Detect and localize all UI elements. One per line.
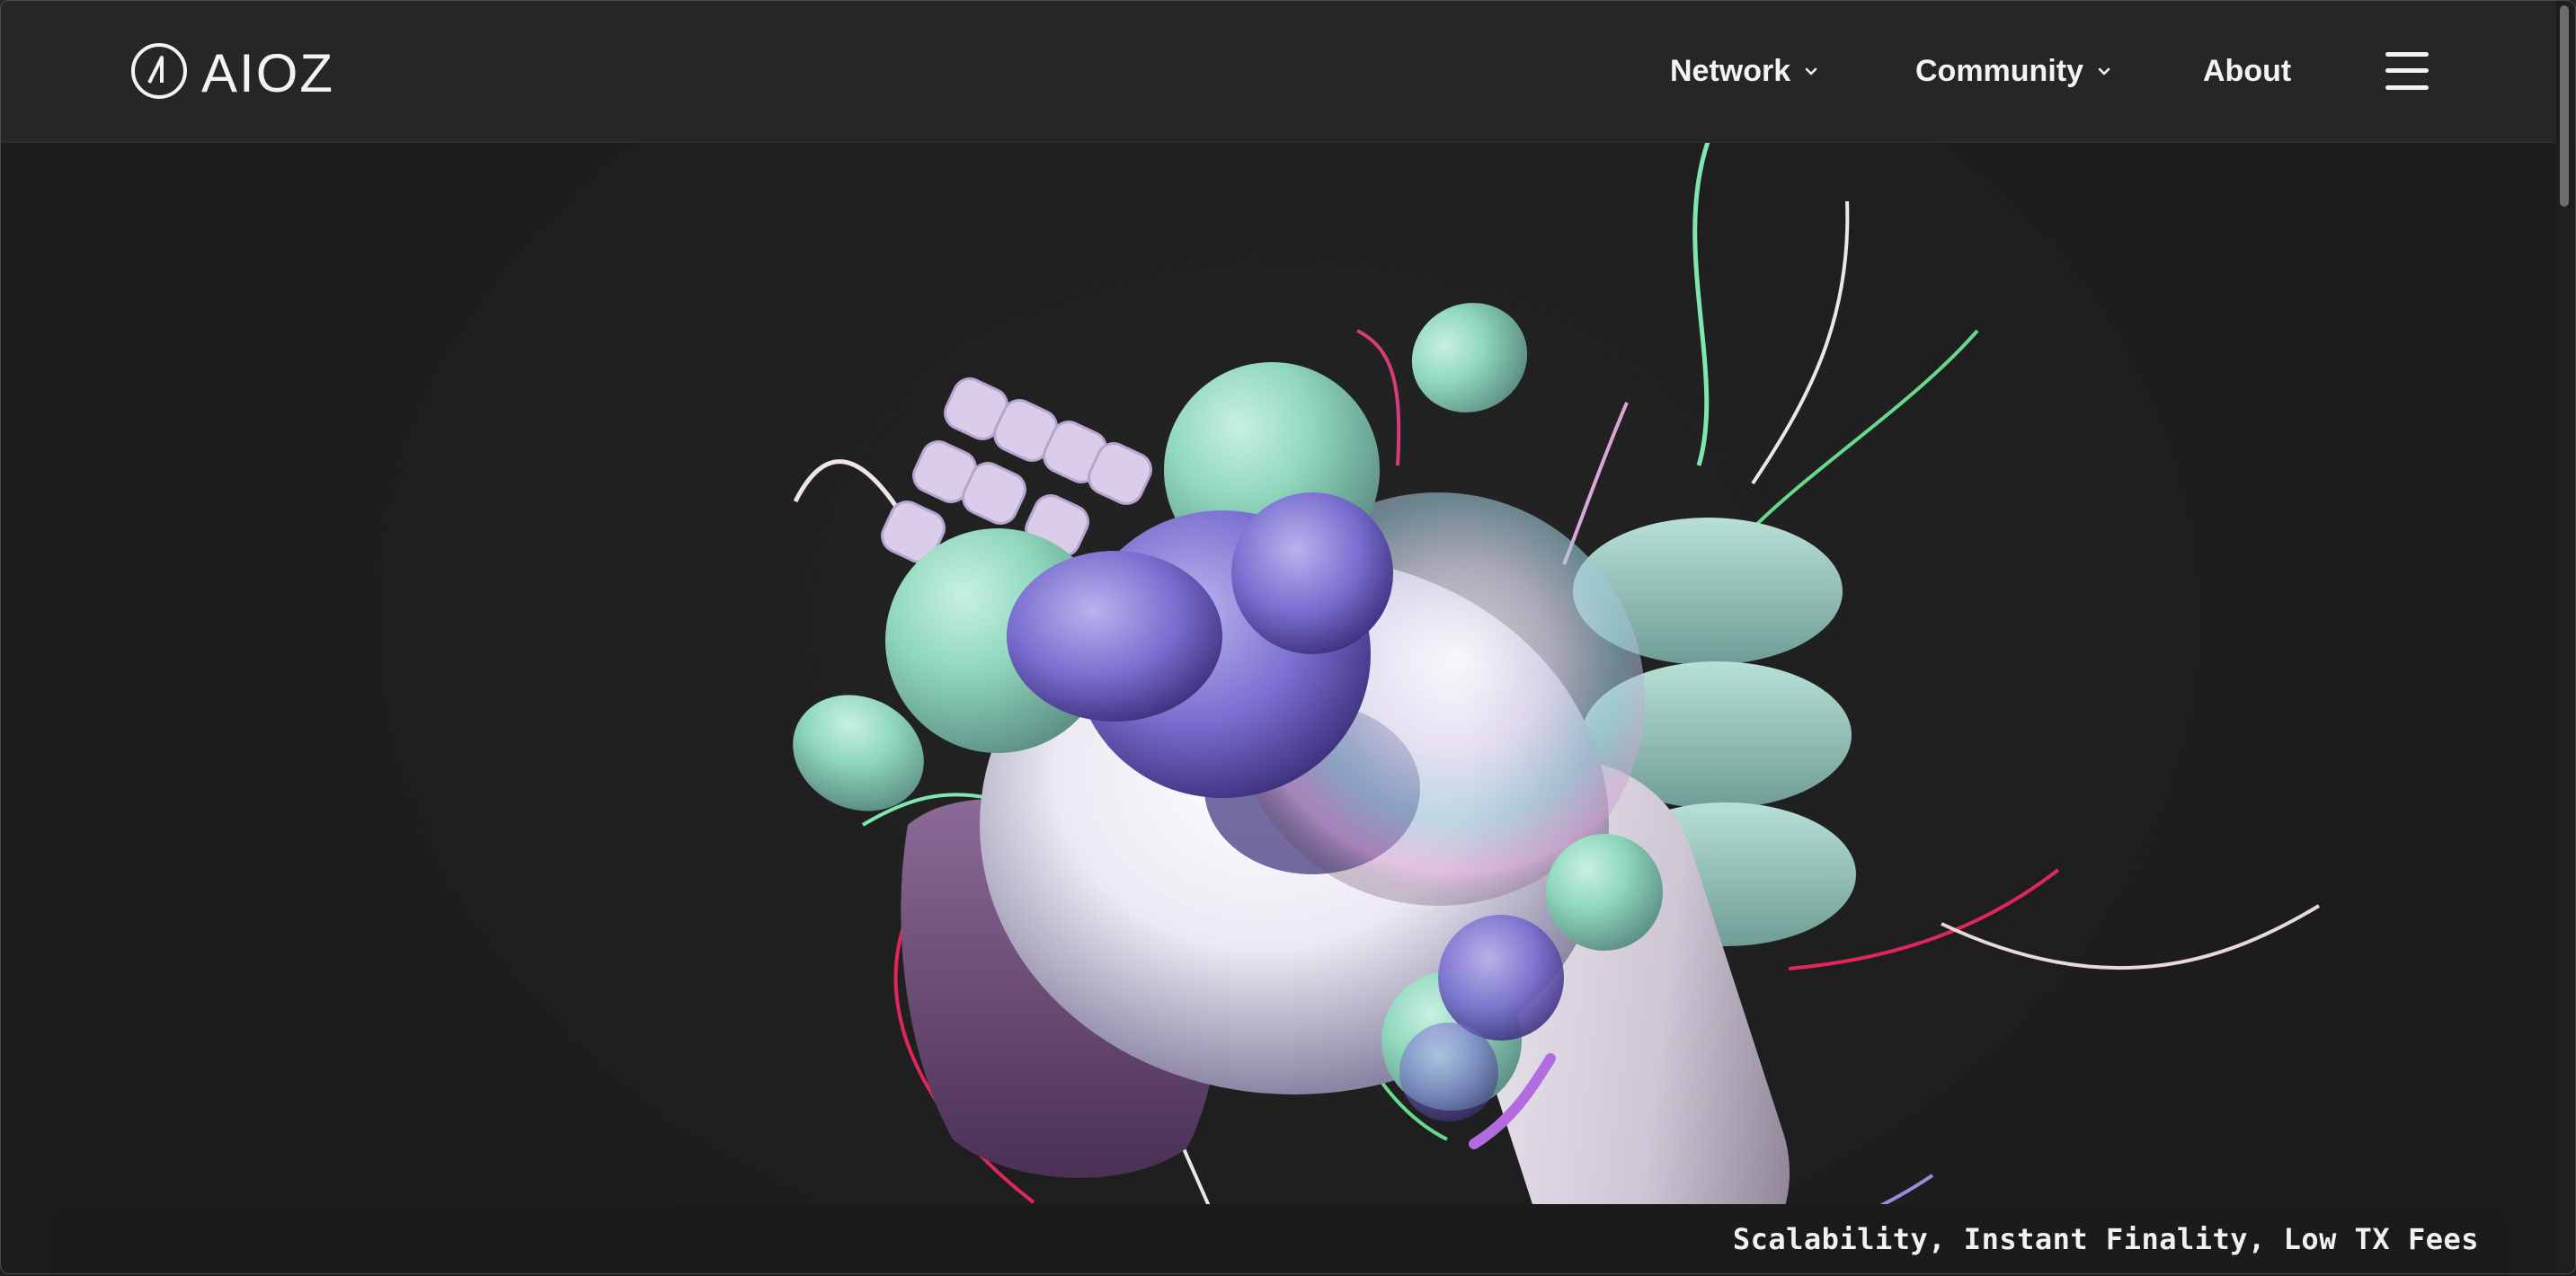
hero-3d-artwork [793,142,2321,1274]
nav-label-community: Community [1915,53,2083,88]
chevron-down-icon [2098,67,2110,75]
brand-name: AIOZ [201,43,334,101]
nav-label-network: Network [1670,53,1791,88]
nav-item-community[interactable]: Community [1915,49,2112,93]
site-header: AIOZ Network Community About [0,0,2576,143]
aioz-logo[interactable]: AIOZ [129,41,345,101]
scrollbar-thumb[interactable] [2560,5,2569,207]
aioz-logo-mark: AIOZ [131,43,334,101]
nav-label-about: About [2203,53,2292,88]
feature-ticker: Scalability, Instant Finality, Low TX Fe… [50,1204,2508,1276]
chevron-down-icon [1805,67,1817,75]
ticker-text: Scalability, Instant Finality, Low TX Fe… [1732,1222,2479,1256]
hero-section [0,142,2576,1274]
nav-item-about[interactable]: About [2203,49,2291,93]
hamburger-menu-icon[interactable] [2384,49,2430,93]
nav-item-network[interactable]: Network [1670,49,1819,93]
